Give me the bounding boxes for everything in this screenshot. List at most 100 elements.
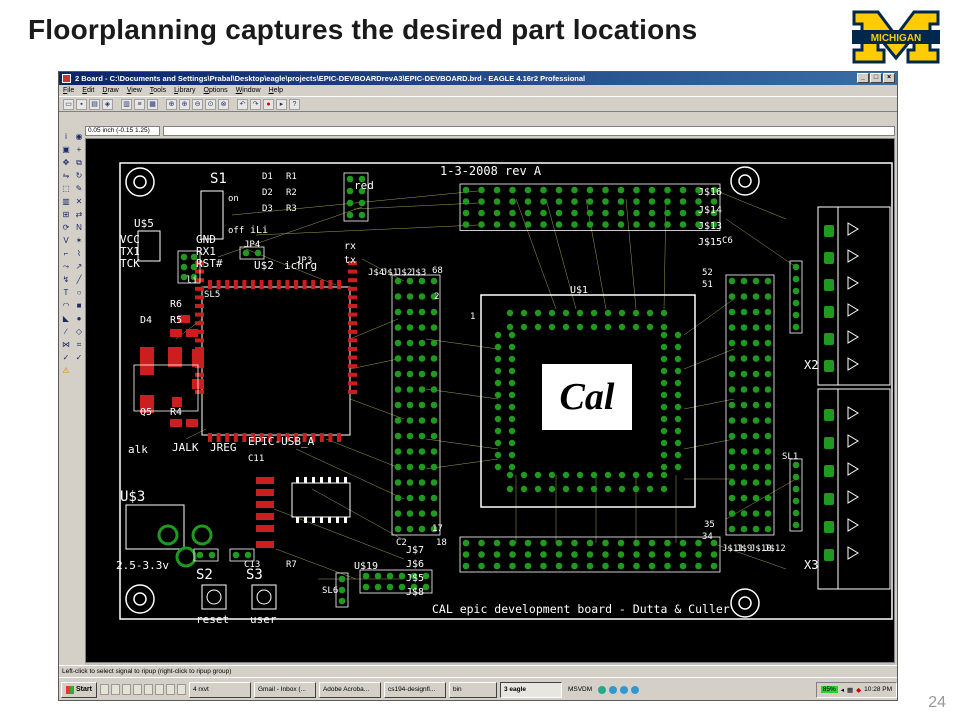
window-title: 2 Board - C:\Documents and Settings\Prab… [75,74,586,83]
menu-library[interactable]: Library [174,85,195,96]
delete-icon[interactable]: ✕ [73,196,85,208]
quicklaunch-icon[interactable] [99,684,109,695]
pinswap-icon[interactable]: ⇄ [73,209,85,221]
value-icon[interactable]: V [60,235,72,247]
volume-icon[interactable]: ◂ [841,686,844,694]
label-p51: 51 [702,280,713,290]
quicklaunch-icon[interactable] [154,684,164,695]
move-icon[interactable]: ✥ [60,157,72,169]
menu-file[interactable]: File [63,85,74,96]
zoom-select-icon[interactable]: ⊗ [218,98,229,110]
erc-icon[interactable]: ✓ [60,352,72,364]
menu-edit[interactable]: Edit [82,85,94,96]
text-icon[interactable]: T [60,287,72,299]
arc-icon[interactable]: ◠ [60,300,72,312]
clock: 10:28 PM [864,686,892,693]
shield-icon[interactable]: ◆ [856,686,861,694]
add-icon[interactable]: ⊞ [60,209,72,221]
errors-icon[interactable]: ⚠ [60,365,72,377]
copy-icon[interactable]: ⧉ [73,157,85,169]
signal-icon[interactable]: ∕ [60,326,72,338]
command-input[interactable] [163,126,895,136]
help-icon[interactable]: ? [289,98,300,110]
zoom-redraw-icon[interactable]: ⊙ [205,98,216,110]
tray-app-icon[interactable] [631,685,640,694]
label-jreg: JREG [210,441,237,454]
tray-app-icon[interactable] [609,685,618,694]
drc-icon[interactable]: ✓ [73,352,85,364]
optimize-icon[interactable]: ⤳ [60,261,72,273]
ratsnest-icon[interactable]: ⋈ [60,339,72,351]
undo-icon[interactable]: ↶ [237,98,248,110]
smash-icon[interactable]: ✶ [73,235,85,247]
autorouter-icon[interactable]: ⌗ [73,339,85,351]
paste-icon[interactable]: ▥ [60,196,72,208]
zoom-fit-icon[interactable]: ⊕ [166,98,177,110]
script-icon[interactable]: ≡ [134,98,145,110]
minimize-button[interactable]: _ [857,73,869,83]
mirror-icon[interactable]: ⇋ [60,170,72,182]
change-icon[interactable]: ✎ [73,183,85,195]
tray-app-icon[interactable] [620,685,629,694]
group-icon[interactable]: ⬚ [60,183,72,195]
menu-tools[interactable]: Tools [150,85,166,96]
quicklaunch-icon[interactable] [176,684,186,695]
menu-help[interactable]: Help [269,85,283,96]
zoom-out-icon[interactable]: ⊖ [192,98,203,110]
zoom-in-icon[interactable]: ⊕ [179,98,190,110]
wire-icon[interactable]: ╱ [73,274,85,286]
go-icon[interactable]: ▸ [276,98,287,110]
replace-icon[interactable]: ⟳ [60,222,72,234]
polygon-icon[interactable]: ◣ [60,313,72,325]
schematic-icon[interactable]: ▥ [121,98,132,110]
quicklaunch-icon[interactable] [132,684,142,695]
start-button[interactable]: Start [61,681,97,698]
name-icon[interactable]: N [73,222,85,234]
cam-icon[interactable]: ◈ [102,98,113,110]
quicklaunch-icon[interactable] [143,684,153,695]
route-icon[interactable]: ↗ [73,261,85,273]
menu-draw[interactable]: Draw [102,85,118,96]
stop-icon[interactable]: ● [263,98,274,110]
task-gmail[interactable]: Gmail - Inbox (... [253,681,316,698]
print-icon[interactable]: ▤ [89,98,100,110]
miter-icon[interactable]: ⌐ [60,248,72,260]
label-d4: D4 [140,315,152,326]
mount-hole-br [730,588,760,618]
split-icon[interactable]: ⌇ [73,248,85,260]
rotate-icon[interactable]: ↻ [73,170,85,182]
battery-indicator[interactable]: 85% [820,686,838,693]
display-icon[interactable]: ▣ [60,144,72,156]
maximize-button[interactable]: □ [870,73,882,83]
redo-icon[interactable]: ↷ [250,98,261,110]
board-canvas[interactable]: Cal S1 on off U$5 VCC TX1 TCK GND RX1 RST# li D1 R1 D… [85,138,895,663]
rect-icon[interactable]: ■ [73,300,85,312]
eagle-window: 2 Board - C:\Documents and Settings\Prab… [58,71,898,701]
menu-view[interactable]: View [127,85,142,96]
tray-app-icon[interactable] [598,685,607,694]
via-icon[interactable]: ● [73,313,85,325]
msvdm-toolbar[interactable]: MSVDM [565,686,595,693]
task-rxvt[interactable]: 4 rxvt [188,681,251,698]
mark-icon[interactable]: + [73,144,85,156]
task-bin[interactable]: bin [448,681,497,698]
close-button[interactable]: × [883,73,895,83]
quicklaunch-icon[interactable] [121,684,131,695]
task-designflow[interactable]: cs194-designfl... [383,681,446,698]
circle-icon[interactable]: ○ [73,287,85,299]
show-icon[interactable]: ◉ [73,131,85,143]
save-icon[interactable]: ▪ [76,98,87,110]
ripup-icon[interactable]: ↯ [60,274,72,286]
network-icon[interactable]: ▦ [847,686,853,694]
info-icon[interactable]: i [60,131,72,143]
label-u19: U$19 [354,561,378,572]
quicklaunch-icon[interactable] [110,684,120,695]
task-eagle[interactable]: 3 eagle [499,681,562,698]
menu-options[interactable]: Options [204,85,228,96]
task-acrobat[interactable]: Adobe Acroba... [318,681,381,698]
hole-icon[interactable]: ◇ [73,326,85,338]
quicklaunch-icon[interactable] [165,684,175,695]
ulp-icon[interactable]: ▦ [147,98,158,110]
open-icon[interactable]: ▭ [63,98,74,110]
menu-window[interactable]: Window [236,85,261,96]
